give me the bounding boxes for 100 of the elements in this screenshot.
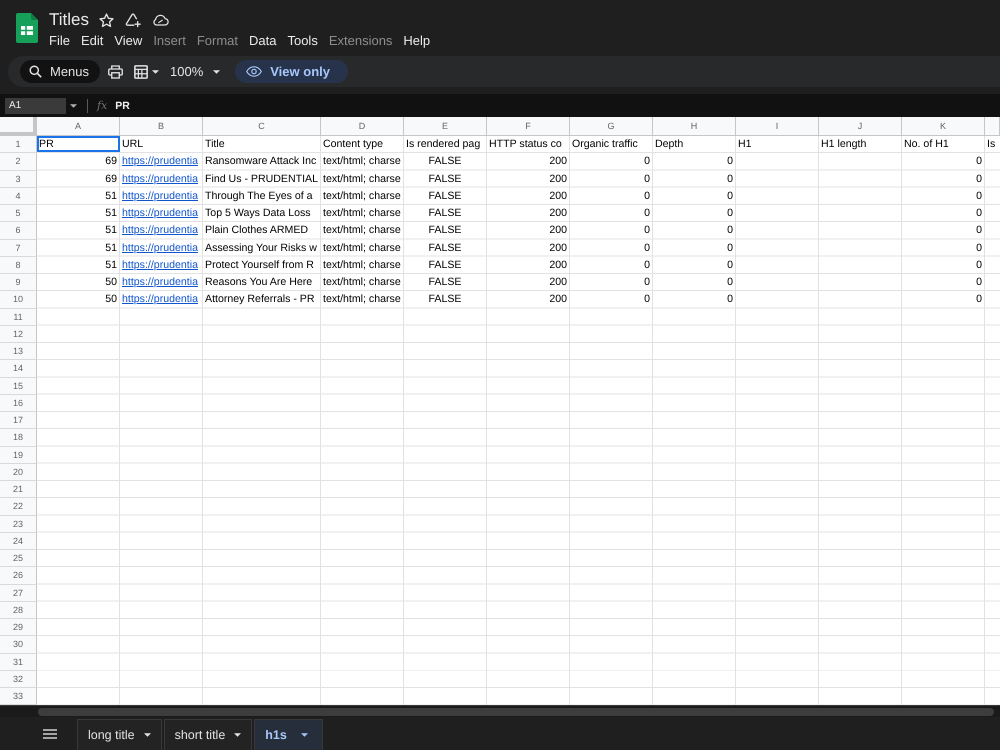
table-cell-text: H1 length (820, 137, 868, 152)
url-link[interactable]: https://prudentia (120, 205, 203, 222)
row-header[interactable]: 9 (0, 274, 37, 292)
name-box[interactable]: A1 (5, 98, 66, 114)
row-header[interactable]: 18 (0, 429, 37, 446)
horizontal-scrollbar[interactable] (0, 705, 1000, 718)
column-header[interactable]: J (819, 117, 902, 136)
row-header[interactable]: 27 (0, 584, 37, 602)
menu-item[interactable]: Edit (80, 33, 104, 49)
scrollbar-thumb[interactable] (38, 708, 994, 716)
table-cell-text: 0 (975, 154, 983, 170)
row-header[interactable]: 5 (0, 205, 37, 222)
row-header[interactable]: 15 (0, 378, 37, 395)
table-cell-text: FALSE (428, 292, 462, 308)
row-header[interactable]: 3 (0, 170, 37, 188)
menu-icon[interactable] (43, 728, 57, 739)
url-link[interactable]: https://prudentia (120, 222, 203, 238)
row-header[interactable]: 6 (0, 222, 37, 240)
formula-input[interactable]: PR (115, 100, 130, 112)
menu-item[interactable]: File (49, 33, 70, 49)
row-header[interactable]: 7 (0, 240, 37, 257)
spreadsheet-logo-icon[interactable] (16, 13, 38, 43)
column-header[interactable]: K (902, 117, 985, 136)
caret-icon[interactable] (70, 104, 77, 108)
row-header[interactable]: 21 (0, 481, 37, 498)
row-header[interactable]: 8 (0, 256, 37, 274)
sheet-tab[interactable]: h1s (254, 719, 323, 750)
row-header[interactable]: 30 (0, 636, 37, 654)
row-header[interactable]: 32 (0, 670, 37, 688)
column-header[interactable]: E (404, 117, 487, 136)
row-header[interactable]: 13 (0, 343, 37, 360)
sheet-tab[interactable]: long title (77, 719, 162, 750)
table-cell-text: Title (204, 137, 226, 152)
url-link[interactable]: https://prudentia (120, 274, 203, 290)
url-link[interactable]: https://prudentia (120, 153, 203, 170)
menu-item[interactable]: Tools (287, 33, 318, 49)
row-header[interactable]: 12 (0, 326, 37, 343)
sheet-tab[interactable]: short title (164, 719, 252, 750)
menu-item[interactable]: Help (403, 33, 430, 49)
document-title[interactable]: Titles (49, 11, 89, 29)
row-header[interactable]: 23 (0, 516, 37, 533)
row-header[interactable]: 2 (0, 153, 37, 170)
row-header[interactable]: 29 (0, 619, 37, 636)
view-only-button[interactable]: View only (235, 60, 348, 83)
row-header[interactable]: 22 (0, 498, 37, 516)
menu-item[interactable]: View (114, 33, 142, 49)
table-cell-text: FALSE (428, 258, 462, 273)
url-link[interactable]: https://prudentia (120, 291, 203, 308)
table-cell-text: FALSE (428, 206, 462, 222)
table-cell-text: text/html; charse (322, 258, 402, 273)
row-header[interactable]: 16 (0, 394, 37, 412)
table-cell-text: FALSE (428, 188, 462, 204)
table-cell-text: 0 (726, 292, 734, 308)
row-header[interactable]: 1 (0, 136, 37, 154)
star-icon[interactable] (99, 12, 114, 28)
table-cell-text: URL (121, 137, 144, 152)
column-header[interactable]: G (570, 117, 653, 136)
row-header[interactable]: 33 (0, 688, 37, 706)
row-header[interactable]: 17 (0, 412, 37, 430)
url-link[interactable]: https://prudentia (120, 170, 203, 187)
url-link[interactable]: https://prudentia (120, 256, 203, 273)
triangle-plus-icon[interactable] (125, 12, 141, 28)
column-header[interactable]: C (203, 117, 321, 136)
table-icon[interactable] (134, 64, 148, 78)
row-header[interactable]: 11 (0, 308, 37, 326)
row-header[interactable]: 28 (0, 602, 37, 619)
table-cell-text: 0 (726, 223, 734, 238)
column-header[interactable]: F (487, 117, 570, 136)
row-header[interactable]: 31 (0, 654, 37, 671)
menus-search-button[interactable]: Menus (20, 60, 100, 83)
cloud-icon[interactable] (152, 14, 169, 26)
url-link[interactable]: https://prudentia (120, 240, 203, 256)
row-header[interactable]: 26 (0, 567, 37, 584)
table-cell-text: 200 (548, 188, 568, 204)
row-header[interactable]: 4 (0, 188, 37, 205)
row-header[interactable]: 19 (0, 446, 37, 464)
print-icon[interactable] (108, 64, 123, 78)
table-cell: PR (37, 136, 120, 152)
function-symbol: fx (97, 99, 108, 112)
row-header[interactable]: 10 (0, 291, 37, 308)
search-icon (29, 65, 42, 78)
table-cell-text: Assessing Your Risks w (204, 240, 318, 256)
caret-icon[interactable] (152, 70, 159, 74)
row-header[interactable]: 14 (0, 360, 37, 378)
column-header[interactable]: H (653, 117, 736, 136)
row-header[interactable]: 24 (0, 532, 37, 550)
table-cell-text: 0 (643, 275, 651, 290)
column-header[interactable]: I (736, 117, 819, 136)
table-cell-text: 0 (726, 206, 734, 222)
table-cell-text: text/html; charse (322, 223, 402, 238)
row-header[interactable]: 20 (0, 464, 37, 481)
column-header[interactable]: B (120, 117, 203, 136)
table-cell-text: 0 (643, 154, 651, 170)
column-header[interactable]: A (37, 117, 120, 136)
column-header[interactable]: D (321, 117, 404, 136)
table-cell-text: Ransomware Attack Inc (204, 154, 318, 170)
url-link[interactable]: https://prudentia (120, 188, 203, 204)
zoom-dropdown[interactable]: 100% (170, 64, 220, 79)
menu-item[interactable]: Data (249, 33, 276, 49)
row-header[interactable]: 25 (0, 550, 37, 568)
